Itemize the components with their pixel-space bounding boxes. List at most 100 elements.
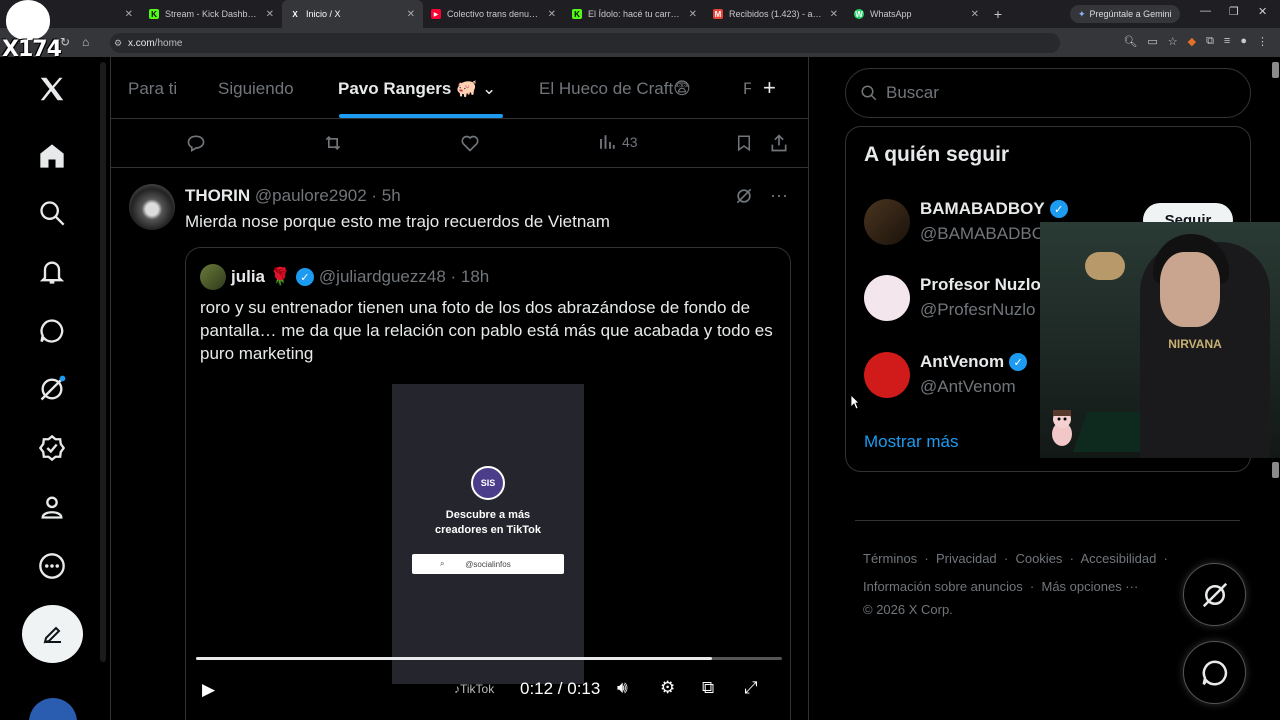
share-icon[interactable] (769, 133, 789, 153)
stream-overlay-logo: X174 (0, 0, 62, 62)
reload-icon[interactable]: ↻ (60, 35, 70, 49)
tab-title: WhatsApp (870, 9, 912, 19)
picture-in-picture-icon[interactable]: ⧉ (702, 678, 714, 698)
tab-para-ti[interactable]: Para ti (128, 79, 177, 99)
suggestion-handle: @ProfesrNuzlo (920, 300, 1036, 319)
close-icon[interactable]: ✕ (407, 9, 415, 20)
add-tab-icon[interactable]: + (763, 75, 776, 101)
media-icon[interactable]: ≡ (1224, 35, 1230, 48)
tiktok-search-box: ⌕ @socialinfos (412, 554, 564, 574)
home-icon[interactable] (36, 140, 68, 172)
account-avatar[interactable] (29, 698, 77, 720)
browser-tab-4[interactable]: ▶ Colectivo trans denuncia c ✕ (423, 0, 564, 28)
close-icon[interactable]: ✕ (830, 9, 838, 20)
verified-icon: ✓ (295, 268, 314, 286)
avatar[interactable] (129, 184, 175, 230)
footer-link[interactable]: Información sobre anuncios (863, 579, 1023, 594)
suggestion-name-text: Profesor Nuzlo (920, 275, 1041, 294)
scrollbar[interactable] (100, 62, 106, 662)
maximize-button[interactable]: ❐ (1229, 5, 1239, 18)
tab-pavo-rangers[interactable]: Pavo Rangers 🐖 ⌄ (338, 79, 496, 99)
close-icon[interactable]: ✕ (689, 9, 697, 20)
author-name[interactable]: THORIN (185, 186, 250, 205)
more-options-icon[interactable] (36, 550, 68, 582)
browser-tab-2[interactable]: K Stream - Kick Dashboard ✕ (141, 0, 282, 28)
compose-icon (43, 626, 61, 644)
browser-tab-3[interactable]: X Inicio / X ✕ (282, 0, 423, 28)
views-button[interactable]: 43 (598, 133, 638, 151)
scrollbar-thumb[interactable] (1272, 62, 1279, 78)
home-icon[interactable]: ⌂ (82, 35, 89, 49)
browser-tab-7[interactable]: W WhatsApp ✕ (846, 0, 987, 28)
footer-link[interactable]: Privacidad (936, 551, 997, 566)
footer-link[interactable]: Accesibilidad (1080, 551, 1156, 566)
quoted-tweet[interactable]: julia 🌹 ✓ @juliardguezz48 · 18h roro y s… (185, 247, 791, 720)
new-tab-button[interactable]: + (987, 6, 1009, 22)
address-bar: ↻ ⌂ ⚙ x.com/home 🔍︎ ▭ ☆ ◆ ⧉ ≡ ● ⋮ (0, 28, 1280, 57)
search-input[interactable]: Buscar (845, 68, 1251, 118)
messages-fab-button[interactable] (1183, 641, 1246, 704)
more-options-icon[interactable]: ··· (770, 186, 788, 211)
profile-icon[interactable] (36, 491, 68, 523)
tab-truncated[interactable]: F (743, 79, 751, 99)
scrollbar-thumb[interactable] (1272, 462, 1279, 478)
like-heart-icon[interactable] (460, 133, 480, 153)
tiktok-promo-line-2: creadores en TikTok (435, 524, 541, 536)
search-icon[interactable] (36, 197, 68, 229)
reply-icon[interactable] (186, 133, 206, 153)
tab-title: Colectivo trans denuncia c (447, 9, 542, 19)
tab-siguiendo[interactable]: Siguiendo (218, 79, 294, 99)
play-icon[interactable]: ▶ (202, 680, 215, 700)
browser-tab-6[interactable]: M Recibidos (1.423) - adonis ✕ (705, 0, 846, 28)
minimize-button[interactable]: — (1200, 5, 1211, 17)
tweet[interactable]: THORIN @paulore2902 · 5h ··· Mierda nose… (111, 168, 808, 720)
bookmark-icon[interactable] (735, 133, 753, 153)
cast-icon[interactable]: ▭ (1147, 35, 1157, 48)
menu-icon[interactable]: ⋮ (1257, 35, 1268, 48)
author-handle-time[interactable]: @juliardguezz48 · 18h (319, 267, 489, 287)
verified-badge-icon[interactable] (36, 432, 68, 464)
close-icon[interactable]: ✕ (125, 9, 133, 20)
repost-icon[interactable] (322, 133, 344, 153)
extensions-icon[interactable]: ⧉ (1206, 35, 1214, 48)
video-time: 0:12 / 0:13 (520, 679, 601, 698)
bookmark-star-icon[interactable]: ☆ (1168, 35, 1178, 48)
suggestion-handle: @BAMABADBOY (920, 224, 1057, 243)
footer-link[interactable]: Más opciones ··· (1041, 579, 1138, 594)
settings-gear-icon[interactable]: ⚙ (660, 678, 675, 698)
show-more-link[interactable]: Mostrar más (864, 432, 958, 452)
tab-el-hueco-de-craft[interactable]: El Hueco de Craft😨 (539, 79, 691, 99)
grok-icon[interactable] (734, 186, 754, 211)
x-logo-icon[interactable] (36, 73, 68, 105)
volume-icon[interactable]: 🔊︎ (617, 678, 628, 698)
suggestion-name: AntVenom ✓ (920, 352, 1028, 372)
close-icon[interactable]: ✕ (266, 9, 274, 20)
browser-tab-5[interactable]: K El Ídolo: hacé tu carrera e ✕ (564, 0, 705, 28)
fullscreen-icon[interactable]: ⤢ (744, 678, 758, 698)
footer-link[interactable]: Cookies (1015, 551, 1062, 566)
avatar[interactable] (200, 264, 226, 290)
chevron-down-icon[interactable]: ⌄ (482, 79, 496, 98)
grok-fab-button[interactable] (1183, 563, 1246, 626)
avatar[interactable] (864, 275, 910, 321)
author-handle-time[interactable]: @paulore2902 · 5h (255, 186, 401, 205)
close-window-button[interactable]: ✕ (1258, 5, 1267, 18)
messages-chat-icon[interactable] (36, 315, 68, 347)
grok-icon[interactable] (36, 373, 68, 405)
footer-link[interactable]: Términos (863, 551, 917, 566)
gemini-button[interactable]: ✦ Pregúntale a Gemini (1070, 5, 1180, 23)
url-field[interactable]: ⚙ x.com/home (110, 33, 1060, 53)
avatar[interactable] (864, 352, 910, 398)
site-info-icon[interactable]: ⚙ (114, 38, 122, 49)
avatar[interactable] (864, 199, 910, 245)
compose-post-button[interactable] (22, 605, 83, 663)
close-icon[interactable]: ✕ (548, 9, 556, 20)
close-icon[interactable]: ✕ (971, 9, 979, 20)
author-name[interactable]: julia 🌹 (231, 267, 291, 287)
notifications-bell-icon[interactable] (36, 256, 68, 288)
zoom-icon[interactable]: 🔍︎ (1123, 35, 1137, 48)
video-player[interactable]: SIS Descubre a más creadores en TikTok ⌕… (186, 378, 790, 720)
profile-icon[interactable]: ● (1240, 35, 1247, 48)
video-progress-bar[interactable] (196, 657, 782, 660)
extension-fox-icon[interactable]: ◆ (1188, 35, 1196, 48)
